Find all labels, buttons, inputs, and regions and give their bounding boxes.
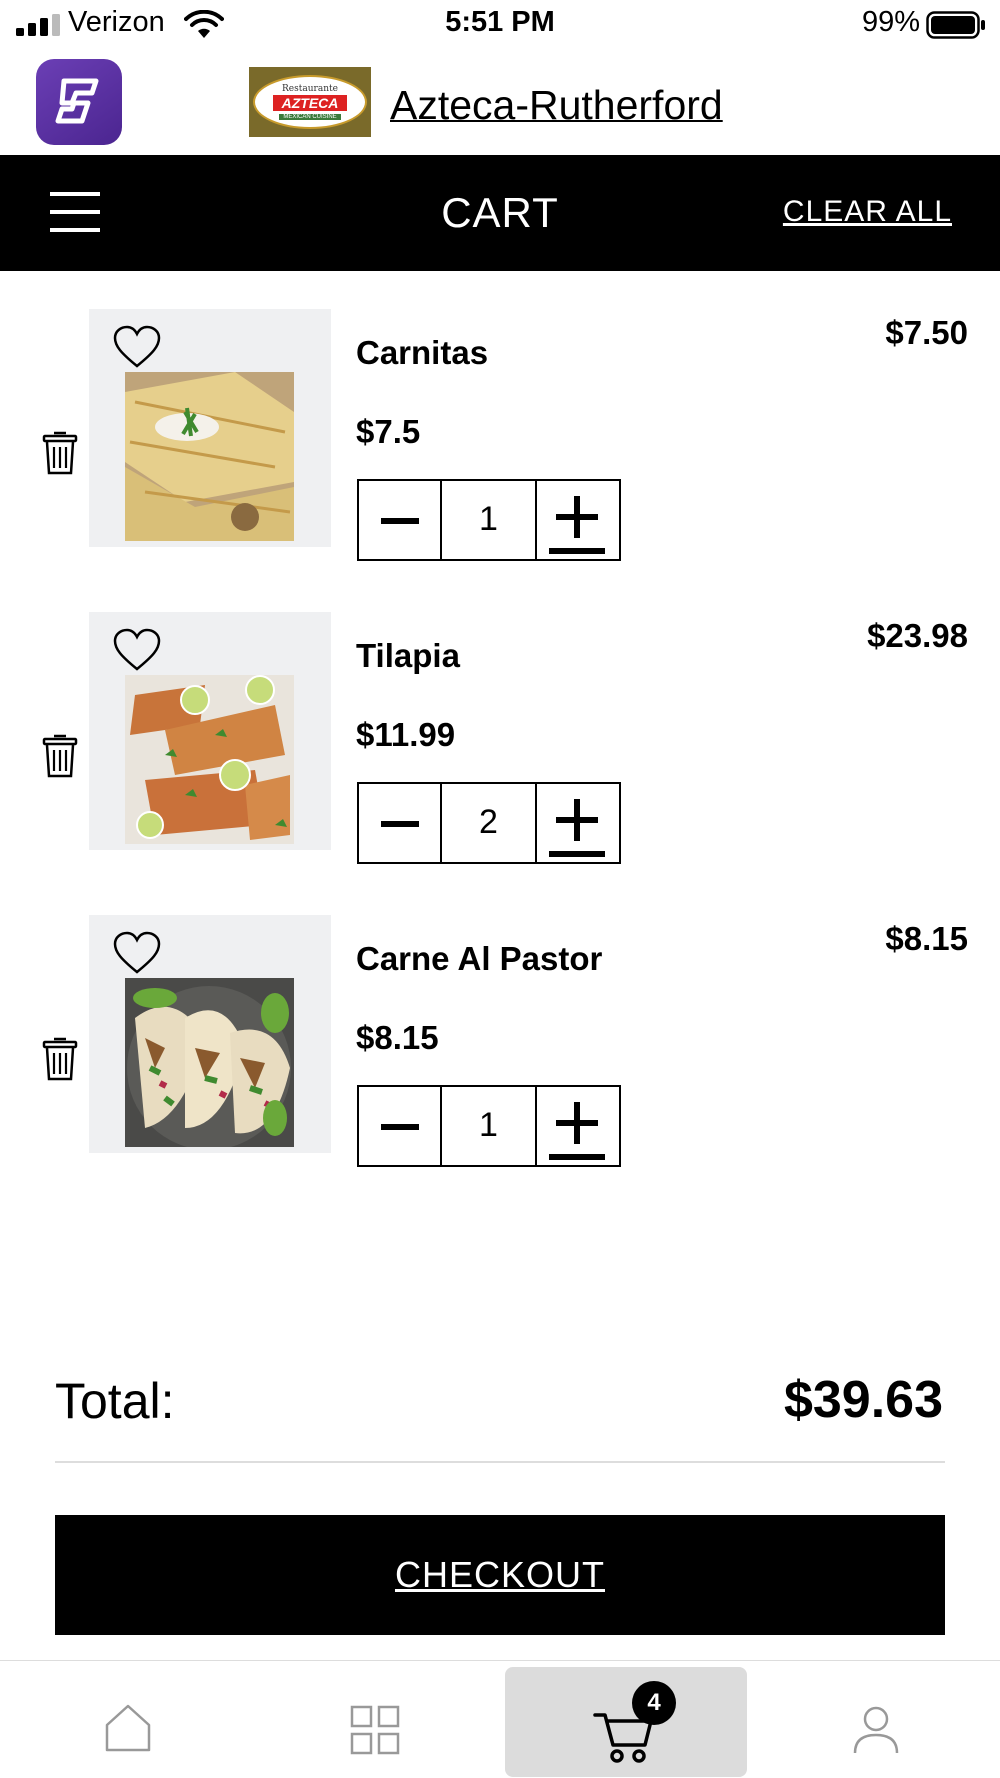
item-thumbnail[interactable] xyxy=(89,915,331,1153)
item-line-total: $7.50 xyxy=(885,314,968,351)
tab-menu[interactable] xyxy=(256,1661,496,1778)
decrease-quantity-button[interactable] xyxy=(359,1087,442,1165)
trash-icon[interactable] xyxy=(42,429,78,475)
cart-item: Carnitas $7.5 $7.50 1 xyxy=(0,309,1000,561)
cart-count-badge: 4 xyxy=(632,1681,676,1725)
item-photo xyxy=(125,675,294,844)
status-bar: Verizon 5:51 PM 99% xyxy=(0,0,1000,52)
restaurant-logo: Restaurante AZTECA MEXICAN CUISINE xyxy=(249,67,371,137)
item-name: Carne Al Pastor xyxy=(356,940,603,977)
app-logo-icon xyxy=(55,78,99,124)
restaurant-name-link[interactable]: Azteca-Rutherford xyxy=(390,82,723,129)
app-logo[interactable] xyxy=(36,59,122,145)
heart-icon[interactable] xyxy=(113,628,161,672)
item-photo xyxy=(125,978,294,1147)
increase-quantity-button[interactable] xyxy=(537,784,619,862)
item-unit-price: $11.99 xyxy=(356,716,456,753)
tab-account[interactable] xyxy=(756,1661,996,1778)
divider xyxy=(55,1461,945,1463)
decrease-quantity-button[interactable] xyxy=(359,784,442,862)
total-label: Total: xyxy=(55,1373,175,1429)
home-icon xyxy=(105,1704,151,1752)
item-line-total: $23.98 xyxy=(867,617,968,654)
app-header: Restaurante AZTECA MEXICAN CUISINE Aztec… xyxy=(0,52,1000,155)
item-photo xyxy=(125,372,294,541)
tab-home[interactable] xyxy=(6,1661,246,1778)
item-name: Carnitas xyxy=(356,334,489,371)
item-line-total: $8.15 xyxy=(885,920,968,957)
heart-icon[interactable] xyxy=(113,931,161,975)
clear-all-button[interactable]: CLEAR ALL xyxy=(783,195,952,229)
quantity-stepper: 1 xyxy=(357,1085,621,1167)
trash-icon[interactable] xyxy=(42,1035,78,1081)
trash-icon[interactable] xyxy=(42,732,78,778)
quantity-value[interactable]: 1 xyxy=(442,1087,537,1165)
item-thumbnail[interactable] xyxy=(89,309,331,547)
item-name: Tilapia xyxy=(356,637,460,674)
grid-icon xyxy=(350,1705,400,1755)
status-time: 5:51 PM xyxy=(445,6,555,38)
item-unit-price: $7.5 xyxy=(356,413,421,450)
heart-icon[interactable] xyxy=(113,325,161,369)
quantity-stepper: 2 xyxy=(357,782,621,864)
increase-quantity-button[interactable] xyxy=(537,481,619,559)
cart-nav-bar: CART CLEAR ALL xyxy=(0,155,1000,271)
menu-icon[interactable] xyxy=(50,192,100,232)
item-unit-price: $8.15 xyxy=(356,1019,439,1056)
item-thumbnail[interactable] xyxy=(89,612,331,850)
decrease-quantity-button[interactable] xyxy=(359,481,442,559)
user-icon xyxy=(853,1706,899,1754)
quantity-stepper: 1 xyxy=(357,479,621,561)
checkout-button[interactable]: CHECKOUT xyxy=(55,1515,945,1635)
quantity-value[interactable]: 2 xyxy=(442,784,537,862)
quantity-value[interactable]: 1 xyxy=(442,481,537,559)
cart-item: Tilapia $11.99 $23.98 2 xyxy=(0,612,1000,864)
cart-item: Carne Al Pastor $8.15 $8.15 1 xyxy=(0,915,1000,1167)
tab-cart[interactable]: 4 xyxy=(505,1667,747,1777)
bottom-tab-bar: 4 xyxy=(0,1660,1000,1778)
battery-icon xyxy=(926,11,985,39)
battery-percent: 99% xyxy=(861,6,920,38)
increase-quantity-button[interactable] xyxy=(537,1087,619,1165)
total-value: $39.63 xyxy=(783,1371,943,1429)
